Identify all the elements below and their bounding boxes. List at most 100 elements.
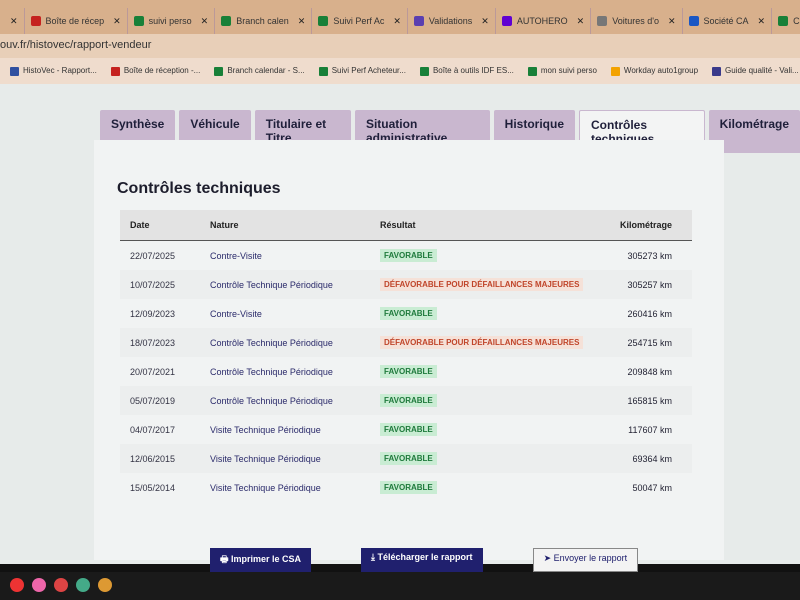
result-cell: FAVORABLE <box>370 299 606 328</box>
result-cell: FAVORABLE <box>370 444 606 473</box>
tab-label: Suivi Perf Ac <box>333 16 385 26</box>
tab-label: Société CA <box>703 16 749 26</box>
bookmark-label: Boîte de réception -... <box>123 66 201 76</box>
close-icon[interactable]: ✕ <box>393 16 401 27</box>
browser-tab[interactable]: Société CA ✕ <box>683 8 773 34</box>
km-cell: 209848 km <box>627 366 672 377</box>
table-row: 05/07/2019 Contrôle Technique Périodique… <box>120 386 692 415</box>
content-card: Contrôles techniques Date Nature Résulta… <box>94 140 724 560</box>
bookmark[interactable]: Suivi Perf Acheteur... <box>318 66 406 76</box>
close-icon[interactable]: ✕ <box>577 16 585 27</box>
bookmark[interactable]: Workday auto1group <box>610 66 698 76</box>
km-cell: 305273 km <box>627 250 672 261</box>
close-icon[interactable]: ✕ <box>201 16 209 27</box>
browser-tab[interactable]: AUTOHERO ✕ <box>496 8 592 34</box>
tab-label: Voitures d'o <box>612 16 659 26</box>
bookmark[interactable]: Boîte de réception -... <box>110 66 201 76</box>
browser-tab[interactable]: Branch calen ✕ <box>215 8 313 34</box>
date-cell: 12/09/2023 <box>130 308 176 319</box>
close-icon[interactable]: ✕ <box>668 16 676 27</box>
actions: 🖶 Imprimer le CSA ⤓ Télécharger le rappo… <box>210 548 639 572</box>
bookmark-label: Boîte à outils IDF ES... <box>432 66 514 76</box>
site-icon <box>597 16 608 26</box>
app-icon[interactable] <box>54 578 68 592</box>
nature-cell: Visite Technique Périodique <box>200 444 370 473</box>
bookmark-label: Suivi Perf Acheteur... <box>331 66 406 76</box>
close-icon[interactable]: ✕ <box>298 16 306 27</box>
result-badge: FAVORABLE <box>380 394 437 407</box>
app-icon[interactable] <box>98 578 112 592</box>
bookmark-label: HistoVec - Rapport... <box>23 66 97 76</box>
bookmark-label: mon suivi perso <box>540 66 597 76</box>
print-label: Imprimer le CSA <box>231 554 302 564</box>
bookmark[interactable]: Guide qualité - Vali... <box>712 66 799 76</box>
ct-table: Date Nature Résultat Kilométrage 22/07/2… <box>120 210 692 502</box>
table-row: 04/07/2017 Visite Technique Périodique F… <box>120 415 692 444</box>
result-badge: FAVORABLE <box>380 481 437 494</box>
bookmark-icon <box>610 66 620 76</box>
table-row: 12/09/2023 Contre-Visite FAVORABLE 26041… <box>120 299 692 328</box>
result-badge: DÉFAVORABLE POUR DÉFAILLANCES MAJEURES <box>380 278 584 291</box>
result-badge: FAVORABLE <box>380 307 437 320</box>
result-badge: FAVORABLE <box>380 452 437 465</box>
bookmark-label: Guide qualité - Vali... <box>725 66 799 76</box>
bookmark[interactable]: HistoVec - Rapport... <box>10 66 97 76</box>
send-label: Envoyer le rapport <box>553 553 628 563</box>
bookmark-icon <box>419 66 429 76</box>
result-badge: DÉFAVORABLE POUR DÉFAILLANCES MAJEURES <box>380 336 584 349</box>
km-cell: 305257 km <box>605 270 692 299</box>
km-cell: 254715 km <box>605 328 692 357</box>
table-row: 10/07/2025 Contrôle Technique Périodique… <box>120 270 692 299</box>
info-icon <box>688 16 699 26</box>
print-csa-button[interactable]: 🖶 Imprimer le CSA <box>210 548 312 572</box>
result-badge: FAVORABLE <box>380 423 437 436</box>
tab-label: Validations <box>428 16 473 26</box>
browser-tab[interactable]: Suivi Perf Ac ✕ <box>312 8 408 34</box>
bookmark[interactable]: Boîte à outils IDF ES... <box>419 66 514 76</box>
app-icon[interactable] <box>10 578 24 592</box>
close-icon[interactable]: ✕ <box>113 16 121 27</box>
app-icon[interactable] <box>32 578 46 592</box>
bookmark[interactable]: mon suivi perso <box>527 66 597 76</box>
date-cell: 15/05/2014 <box>130 482 176 493</box>
km-cell: 260416 km <box>627 308 672 319</box>
app-icon[interactable] <box>76 578 90 592</box>
date-cell: 10/07/2025 <box>120 270 200 299</box>
nature-cell: Contrôle Technique Périodique <box>210 366 333 377</box>
browser-tab[interactable]: suivi perso ✕ <box>128 8 216 34</box>
download-report-button[interactable]: ⤓ Télécharger le rapport <box>361 548 483 572</box>
browser-tab[interactable]: Boîte de récep ✕ <box>25 8 128 34</box>
tab-label: Branch calen <box>236 16 289 26</box>
result-cell: FAVORABLE <box>370 357 606 386</box>
browser-tab[interactable]: Calculatrice✕ <box>772 8 800 34</box>
browser-tab[interactable]: Voitures d'o ✕ <box>591 8 683 34</box>
close-icon[interactable]: ✕ <box>10 16 18 27</box>
bookmarks-bar: HistoVec - Rapport... Boîte de réception … <box>0 58 800 84</box>
browser-tab-current[interactable]: ✕ <box>0 8 25 34</box>
bookmark-label: Branch calendar - S... <box>227 66 305 76</box>
result-badge: FAVORABLE <box>380 365 437 378</box>
col-km: Kilométrage <box>605 210 692 241</box>
result-badge: FAVORABLE <box>380 249 437 262</box>
send-report-button[interactable]: ➤ Envoyer le rapport <box>532 548 639 572</box>
date-cell: 12/06/2015 <box>120 444 200 473</box>
date-cell: 18/07/2023 <box>120 328 200 357</box>
close-icon[interactable]: ✕ <box>481 16 489 27</box>
close-icon[interactable]: ✕ <box>758 16 766 27</box>
nature-cell: Contre-Visite <box>210 308 262 319</box>
km-cell: 69364 km <box>605 444 692 473</box>
result-cell: FAVORABLE <box>370 473 606 502</box>
bookmark[interactable]: Branch calendar - S... <box>214 66 305 76</box>
result-cell: FAVORABLE <box>370 415 606 444</box>
yahoo-icon <box>501 16 512 26</box>
bookmark-icon <box>318 66 328 76</box>
date-cell: 05/07/2019 <box>120 386 200 415</box>
table-row: 20/07/2021 Contrôle Technique Périodique… <box>120 357 692 386</box>
result-cell: FAVORABLE <box>370 386 606 415</box>
nature-cell: Visite Technique Périodique <box>210 424 321 435</box>
nature-cell: Contrôle Technique Périodique <box>200 270 370 299</box>
browser-tab[interactable]: Validations ✕ <box>408 8 496 34</box>
date-cell: 20/07/2021 <box>130 366 176 377</box>
address-bar[interactable]: ouv.fr/histovec/rapport-vendeur <box>0 34 800 58</box>
gmail-icon <box>30 16 41 26</box>
